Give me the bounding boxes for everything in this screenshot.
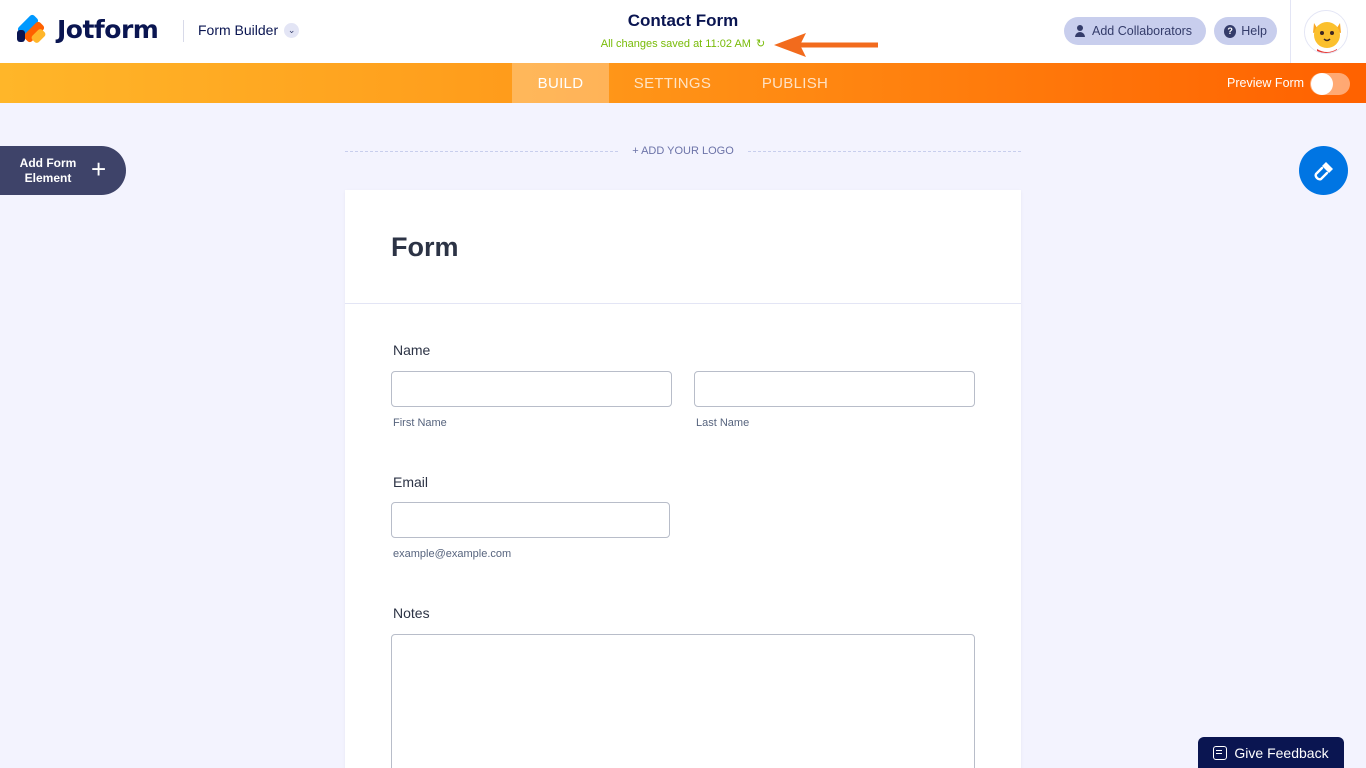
form-header-section[interactable]: Form <box>345 190 1021 304</box>
first-name-sublabel: First Name <box>393 417 447 429</box>
form-builder-label: Form Builder <box>198 22 279 38</box>
add-your-logo-button[interactable]: + ADD YOUR LOGO <box>620 145 746 157</box>
add-collaborators-button[interactable]: Add Collaborators <box>1064 17 1206 45</box>
brand-name: Jotform <box>57 14 159 44</box>
form-designer-button[interactable] <box>1299 146 1348 195</box>
preview-form-toggle[interactable] <box>1310 73 1350 95</box>
plus-icon: + <box>91 154 107 184</box>
refresh-icon: ↻ <box>756 38 766 50</box>
last-name-input[interactable] <box>694 371 975 407</box>
tab-settings[interactable]: SETTINGS <box>620 63 725 103</box>
notes-field-label: Notes <box>393 605 430 621</box>
add-form-element-label: Add Form Element <box>12 156 84 186</box>
give-feedback-label: Give Feedback <box>1234 744 1329 761</box>
builder-navbar: BUILD SETTINGS PUBLISH Preview Form <box>0 63 1366 103</box>
cat-avatar-icon <box>1305 11 1347 53</box>
feedback-icon <box>1213 745 1228 760</box>
jotform-logo-icon <box>16 13 47 45</box>
tab-build[interactable]: BUILD <box>512 63 609 103</box>
notes-textarea[interactable] <box>391 634 975 768</box>
user-icon <box>1074 25 1086 37</box>
toggle-knob <box>1311 73 1333 95</box>
add-form-element-line1: Add Form <box>19 156 77 170</box>
arrow-annotation <box>774 33 878 57</box>
email-sublabel: example@example.com <box>393 548 512 560</box>
header-divider <box>183 20 184 42</box>
give-feedback-button[interactable]: Give Feedback <box>1198 737 1344 768</box>
logo-divider-left <box>345 151 618 152</box>
form-heading[interactable]: Form <box>391 232 459 263</box>
question-icon: ? <box>1224 24 1237 38</box>
name-field-label: Name <box>393 342 431 358</box>
add-form-element-line2: Element <box>24 171 72 185</box>
tab-publish[interactable]: PUBLISH <box>745 63 845 103</box>
jotform-logo[interactable]: Jotform <box>16 13 159 45</box>
email-input[interactable] <box>391 502 670 538</box>
logo-divider-right <box>748 151 1021 152</box>
preview-form-label: Preview Form <box>1227 76 1305 90</box>
avatar-divider <box>1290 0 1291 63</box>
form-card: Form Name First Name Last Name Email exa… <box>345 190 1021 768</box>
email-field-label: Email <box>393 474 429 490</box>
add-form-element-button[interactable]: Add Form Element + <box>0 146 126 195</box>
add-collaborators-label: Add Collaborators <box>1092 24 1193 38</box>
avatar[interactable] <box>1304 10 1348 54</box>
top-header: Jotform Form Builder ⌄ Contact Form All … <box>0 0 1366 63</box>
help-button[interactable]: ? Help <box>1214 17 1277 45</box>
last-name-sublabel: Last Name <box>696 417 750 429</box>
form-builder-menu[interactable]: Form Builder ⌄ <box>198 22 300 38</box>
save-status-text: All changes saved at 11:02 AM <box>600 38 751 50</box>
form-title[interactable]: Contact Form <box>533 11 833 31</box>
first-name-input[interactable] <box>391 371 672 407</box>
paint-roller-icon <box>1313 161 1333 181</box>
help-label: Help <box>1241 24 1267 38</box>
chevron-down-icon: ⌄ <box>284 22 300 38</box>
